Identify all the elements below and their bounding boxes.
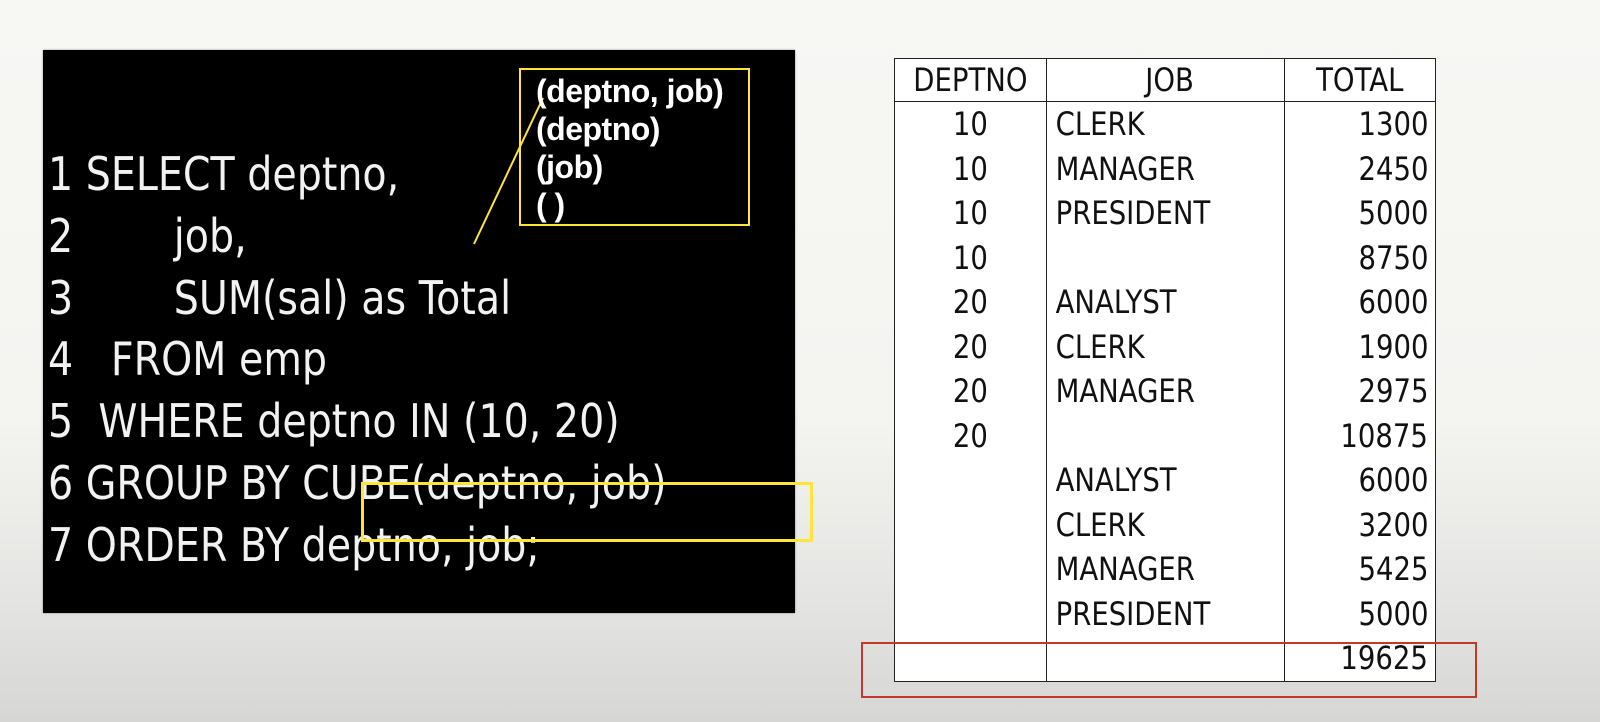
header-job: JOB bbox=[1046, 58, 1285, 102]
cell-deptno: 20 bbox=[894, 324, 1047, 369]
cell-job bbox=[1046, 413, 1285, 458]
header-total: TOTAL bbox=[1284, 58, 1436, 102]
cell-deptno bbox=[894, 502, 1047, 547]
table-row: 20 MANAGER 2975 bbox=[894, 369, 1436, 414]
table-header-row: DEPTNO JOB TOTAL bbox=[894, 58, 1436, 102]
table-row: 10 PRESIDENT 5000 bbox=[894, 191, 1436, 236]
cell-total: 2975 bbox=[1284, 369, 1436, 414]
code-line-5: 5 WHERE deptno IN (10, 20) bbox=[48, 394, 620, 448]
cell-total: 2450 bbox=[1284, 146, 1436, 191]
cell-job: MANAGER bbox=[1046, 547, 1285, 592]
cell-job: MANAGER bbox=[1046, 369, 1285, 414]
cell-total: 6000 bbox=[1284, 458, 1436, 503]
cell-deptno bbox=[894, 547, 1047, 592]
cell-deptno: 20 bbox=[894, 413, 1047, 458]
grouping-set: (deptno) bbox=[536, 111, 660, 147]
code-panel: 1 SELECT deptno, 2 job, 3 SUM(sal) as To… bbox=[43, 50, 813, 613]
cell-deptno: 10 bbox=[894, 101, 1047, 147]
cell-total: 6000 bbox=[1284, 280, 1436, 325]
cell-total: 10875 bbox=[1284, 413, 1436, 458]
cell-deptno: 20 bbox=[894, 280, 1047, 325]
grouping-set: ( ) bbox=[536, 187, 565, 223]
cell-job: CLERK bbox=[1046, 324, 1285, 369]
cell-deptno: 10 bbox=[894, 235, 1047, 280]
table-row: 20 10875 bbox=[894, 413, 1436, 458]
grouping-set: (job) bbox=[536, 149, 603, 185]
cell-total: 5425 bbox=[1284, 547, 1436, 592]
cell-total: 5000 bbox=[1284, 591, 1436, 636]
table-body: 10 CLERK 1300 10 MANAGER 2450 10 PRESIDE… bbox=[894, 101, 1436, 682]
cell-total: 1900 bbox=[1284, 324, 1436, 369]
cell-job bbox=[1046, 235, 1285, 280]
grouping-set: (deptno, job) bbox=[536, 73, 724, 109]
cell-deptno: 20 bbox=[894, 369, 1047, 414]
cell-total: 3200 bbox=[1284, 502, 1436, 547]
table-row: ANALYST 6000 bbox=[894, 458, 1436, 503]
cell-total: 1300 bbox=[1284, 101, 1436, 147]
table-row: 10 MANAGER 2450 bbox=[894, 146, 1436, 191]
cell-job: ANALYST bbox=[1046, 280, 1285, 325]
code-line-2: 2 job, bbox=[48, 209, 247, 263]
cell-deptno bbox=[894, 458, 1047, 503]
cell-deptno bbox=[894, 591, 1047, 636]
grouping-sets-box: (deptno, job) (deptno) (job) ( ) bbox=[519, 68, 750, 226]
grand-total-highlight-box bbox=[861, 642, 1477, 698]
table-row: 10 8750 bbox=[894, 235, 1436, 280]
cell-deptno: 10 bbox=[894, 191, 1047, 236]
table-row: 20 ANALYST 6000 bbox=[894, 280, 1436, 325]
cell-total: 5000 bbox=[1284, 191, 1436, 236]
table-row: PRESIDENT 5000 bbox=[894, 591, 1436, 636]
cell-job: MANAGER bbox=[1046, 146, 1285, 191]
header-deptno: DEPTNO bbox=[894, 58, 1047, 102]
cell-job: PRESIDENT bbox=[1046, 591, 1285, 636]
cell-job: ANALYST bbox=[1046, 458, 1285, 503]
code-line-4: 4 FROM emp bbox=[48, 332, 327, 386]
table-row: CLERK 3200 bbox=[894, 502, 1436, 547]
cell-job: CLERK bbox=[1046, 502, 1285, 547]
code-line-3: 3 SUM(sal) as Total bbox=[48, 271, 512, 325]
result-table: DEPTNO JOB TOTAL 10 CLERK 1300 10 MANAGE… bbox=[894, 58, 1436, 682]
table-row: 10 CLERK 1300 bbox=[894, 101, 1436, 147]
cell-total: 8750 bbox=[1284, 235, 1436, 280]
table-row: 20 CLERK 1900 bbox=[894, 324, 1436, 369]
cube-highlight-box bbox=[361, 482, 813, 542]
code-line-1: 1 SELECT deptno, bbox=[48, 147, 400, 201]
cell-deptno: 10 bbox=[894, 146, 1047, 191]
cell-job: PRESIDENT bbox=[1046, 191, 1285, 236]
cell-job: CLERK bbox=[1046, 101, 1285, 147]
table-row: MANAGER 5425 bbox=[894, 547, 1436, 592]
